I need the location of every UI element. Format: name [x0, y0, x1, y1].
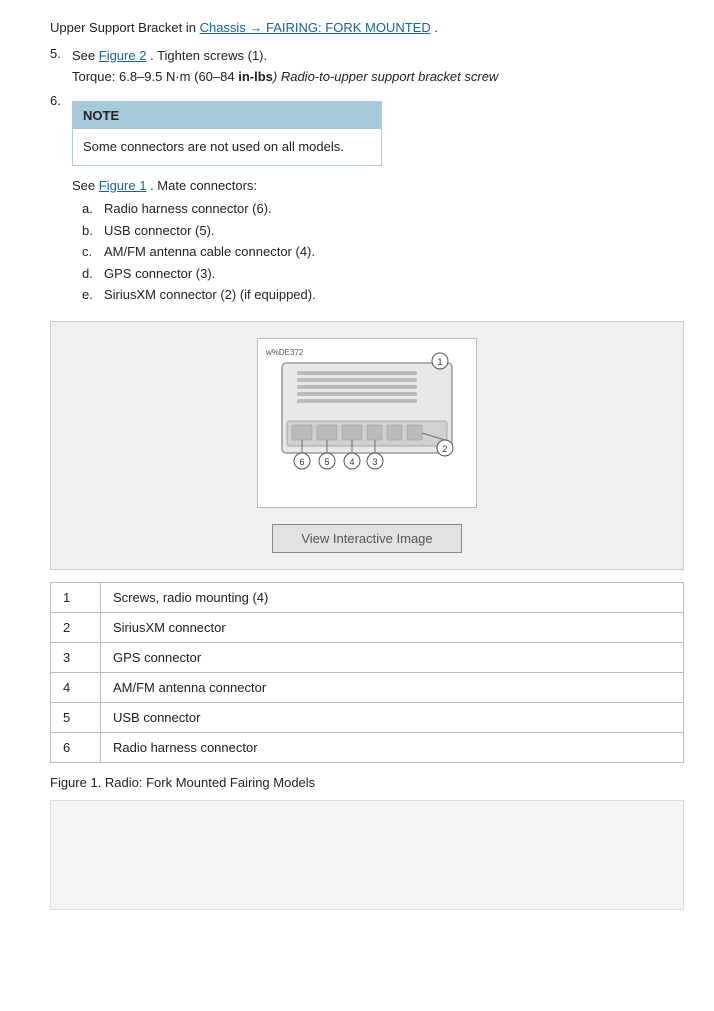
row3-num: 3: [51, 642, 101, 672]
page: Upper Support Bracket in Chassis → FAIRI…: [0, 0, 714, 928]
step-5-num: 5.: [50, 46, 72, 87]
row4-desc: AM/FM antenna connector: [101, 672, 684, 702]
connector-b-letter: b.: [82, 221, 104, 241]
connector-b: b. USB connector (5).: [82, 221, 684, 241]
chassis-link[interactable]: Chassis → FAIRING: FORK MOUNTED: [200, 20, 431, 35]
torque-bold: in-lbs: [238, 69, 273, 84]
intro-prefix: Upper Support Bracket in: [50, 20, 200, 35]
figure-caption: Figure 1. Radio: Fork Mounted Fairing Mo…: [50, 775, 684, 790]
content-area: Upper Support Bracket in Chassis → FAIRI…: [50, 18, 684, 910]
row6-num: 6: [51, 732, 101, 762]
empty-section: [50, 800, 684, 910]
connector-c: c. AM/FM antenna cable connector (4).: [82, 242, 684, 262]
figure-image: w%DE372: [257, 338, 477, 508]
row2-desc: SiriusXM connector: [101, 612, 684, 642]
svg-text:1: 1: [437, 357, 442, 367]
note-box: NOTE Some connectors are not used on all…: [72, 101, 382, 166]
connector-d: d. GPS connector (3).: [82, 264, 684, 284]
connector-e-letter: e.: [82, 285, 104, 305]
table-row: 1 Screws, radio mounting (4): [51, 582, 684, 612]
step-5-line1: See Figure 2 . Tighten screws (1).: [72, 46, 684, 66]
table-row: 5 USB connector: [51, 702, 684, 732]
intro-suffix: .: [434, 20, 438, 35]
row5-desc: USB connector: [101, 702, 684, 732]
row6-desc: Radio harness connector: [101, 732, 684, 762]
figure-container: w%DE372: [50, 321, 684, 570]
connector-b-text: USB connector (5).: [104, 221, 215, 241]
step5-prefix: See: [72, 48, 99, 63]
torque-prefix: Torque: 6.8–9.5 N·m (60–84: [72, 69, 238, 84]
see-figure-line: See Figure 1 . Mate connectors:: [72, 176, 684, 196]
step-6-num: 6.: [50, 93, 72, 309]
see-suffix: . Mate connectors:: [150, 178, 257, 193]
table-row: 3 GPS connector: [51, 642, 684, 672]
connector-c-letter: c.: [82, 242, 104, 262]
torque-italic: ) Radio-to-upper support bracket screw: [273, 69, 498, 84]
row3-desc: GPS connector: [101, 642, 684, 672]
connector-e-text: SiriusXM connector (2) (if equipped).: [104, 285, 316, 305]
connector-d-text: GPS connector (3).: [104, 264, 215, 284]
radio-diagram-svg: w%DE372: [262, 343, 472, 503]
connector-d-letter: d.: [82, 264, 104, 284]
connector-e: e. SiriusXM connector (2) (if equipped).: [82, 285, 684, 305]
svg-text:4: 4: [349, 457, 354, 467]
table-row: 2 SiriusXM connector: [51, 612, 684, 642]
svg-text:2: 2: [442, 444, 447, 454]
svg-text:5: 5: [324, 457, 329, 467]
connector-a-text: Radio harness connector (6).: [104, 199, 272, 219]
figure2-link[interactable]: Figure 2: [99, 48, 147, 63]
row1-desc: Screws, radio mounting (4): [101, 582, 684, 612]
torque-text: Torque: 6.8–9.5 N·m (60–84 in-lbs) Radio…: [72, 67, 684, 87]
connector-c-text: AM/FM antenna cable connector (4).: [104, 242, 315, 262]
see-prefix: See: [72, 178, 99, 193]
note-body: Some connectors are not used on all mode…: [73, 129, 381, 165]
intro-text: Upper Support Bracket in Chassis → FAIRI…: [50, 18, 684, 38]
svg-text:w%DE372: w%DE372: [265, 348, 304, 357]
note-header: NOTE: [73, 102, 381, 130]
connector-a-letter: a.: [82, 199, 104, 219]
connector-list: a. Radio harness connector (6). b. USB c…: [82, 199, 684, 305]
step-5-content: See Figure 2 . Tighten screws (1). Torqu…: [72, 46, 684, 87]
row1-num: 1: [51, 582, 101, 612]
row5-num: 5: [51, 702, 101, 732]
step-6: 6. NOTE Some connectors are not used on …: [50, 93, 684, 309]
connector-a: a. Radio harness connector (6).: [82, 199, 684, 219]
step5-suffix: . Tighten screws (1).: [150, 48, 267, 63]
table-row: 6 Radio harness connector: [51, 732, 684, 762]
table-row: 4 AM/FM antenna connector: [51, 672, 684, 702]
step-5: 5. See Figure 2 . Tighten screws (1). To…: [50, 46, 684, 87]
table-body: 1 Screws, radio mounting (4) 2 SiriusXM …: [51, 582, 684, 762]
view-interactive-button[interactable]: View Interactive Image: [272, 524, 461, 553]
parts-table: 1 Screws, radio mounting (4) 2 SiriusXM …: [50, 582, 684, 763]
svg-text:6: 6: [299, 457, 304, 467]
row4-num: 4: [51, 672, 101, 702]
step-6-content: NOTE Some connectors are not used on all…: [72, 93, 684, 309]
row2-num: 2: [51, 612, 101, 642]
svg-text:3: 3: [372, 457, 377, 467]
figure1-link[interactable]: Figure 1: [99, 178, 147, 193]
